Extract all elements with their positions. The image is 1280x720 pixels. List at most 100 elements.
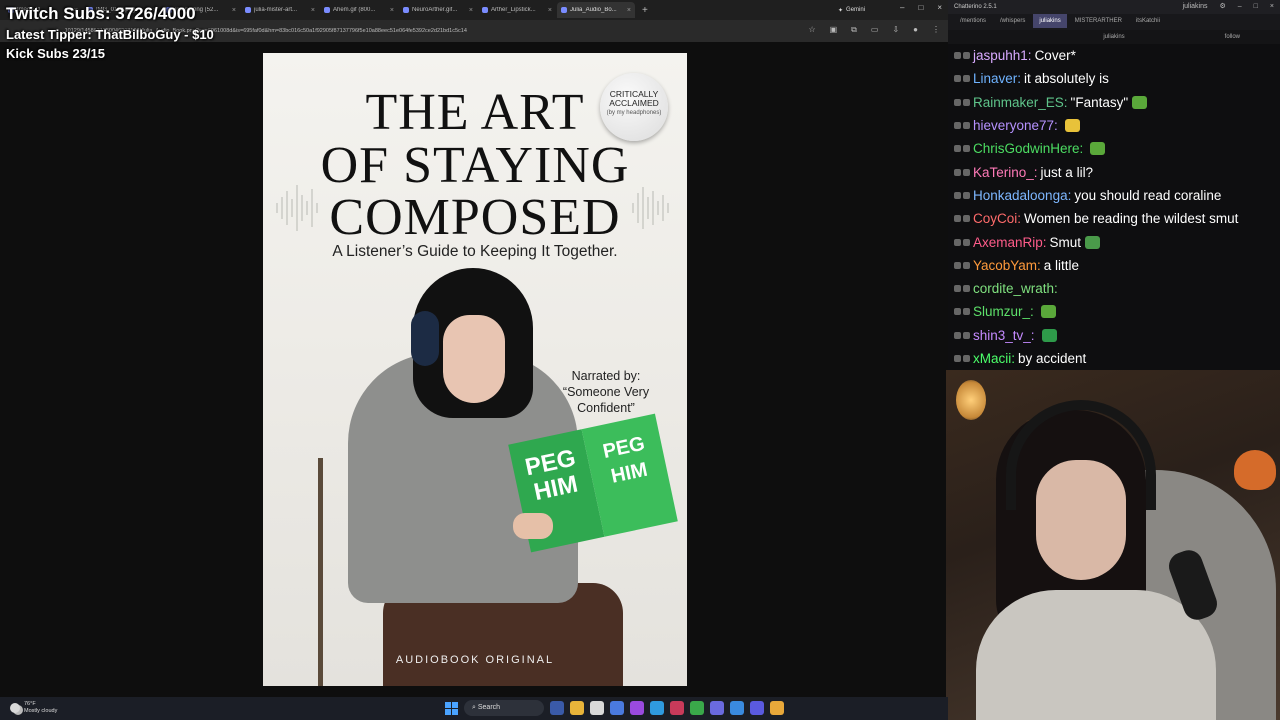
badge-icon [963, 75, 970, 83]
user-badges [954, 98, 970, 106]
chat-username[interactable]: Linaver: [973, 67, 1021, 90]
settings-icon[interactable]: ⚙ [1219, 0, 1225, 14]
store-icon[interactable] [590, 701, 604, 715]
maximize-icon[interactable]: □ [918, 3, 923, 12]
chrome-icon[interactable] [690, 701, 704, 715]
search-label: Search [477, 704, 501, 711]
tab-label: julia-mister-art... [254, 7, 298, 13]
close-icon[interactable]: × [311, 7, 315, 14]
tab-label: Julia_Audio_Bo... [570, 7, 617, 13]
chat-text: you should read coraline [1074, 187, 1222, 203]
windows-start-icon[interactable] [445, 701, 458, 715]
chat-tab-itskatchii[interactable]: itsKatchii [1130, 14, 1166, 28]
chat-username[interactable]: KaTerino_: [973, 161, 1038, 184]
new-tab-button[interactable]: + [642, 5, 648, 16]
tab-favicon-icon [482, 7, 488, 13]
app-steam-icon[interactable] [750, 701, 764, 715]
close-icon[interactable]: × [627, 7, 631, 14]
chat-username[interactable]: shin3_tv_: [973, 324, 1035, 347]
chat-account-label[interactable]: juliakins [1183, 0, 1208, 14]
edge-icon[interactable] [650, 701, 664, 715]
follow-button[interactable]: follow [1225, 30, 1240, 44]
app-red-icon[interactable] [670, 701, 684, 715]
chat-tab-mentions[interactable]: /mentions [954, 14, 992, 28]
user-badges [954, 215, 970, 223]
sidebar-icon[interactable]: ▭ [871, 25, 879, 35]
user-badges [954, 145, 970, 153]
toolbar-icons: ☆ ▣ ⧉ ▭ ⇩ ● ⋮ [808, 25, 940, 35]
user-badges [954, 75, 970, 83]
book-subtitle: A Listener’s Guide to Keeping It Togethe… [332, 243, 618, 260]
chat-tab-juliakins[interactable]: juliakins [1033, 14, 1067, 28]
chat-username[interactable]: jaspuhh1: [973, 44, 1032, 67]
profile-icon[interactable]: ● [913, 25, 918, 35]
extension-icon[interactable]: ▣ [830, 25, 838, 35]
app-paint-icon[interactable] [730, 701, 744, 715]
chat-message: CoyCoi: Women be reading the wildest smut [954, 207, 1280, 230]
latest-tipper: Latest Tipper: ThatBilboGuy - $10 [6, 27, 214, 42]
browser-tab[interactable]: Arther_Lipstick... × [478, 2, 556, 18]
close-window-icon[interactable]: × [937, 3, 942, 12]
emote-icon [1090, 142, 1106, 156]
badge-icon [963, 308, 970, 316]
lamp-graphic [956, 380, 986, 420]
task-view-icon[interactable] [550, 701, 564, 715]
maximize-icon[interactable]: □ [1254, 0, 1258, 14]
chat-username[interactable]: Slumzur_: [973, 300, 1034, 323]
user-badges [954, 168, 970, 176]
menu-icon[interactable]: ⋮ [932, 25, 940, 35]
chat-message: hieveryone77: [954, 114, 1280, 137]
close-icon[interactable]: × [390, 7, 394, 14]
badge-icon [963, 285, 970, 293]
minimize-icon[interactable]: – [1238, 0, 1242, 14]
chat-username[interactable]: AxemanRip: [973, 231, 1047, 254]
close-icon[interactable]: × [1270, 0, 1274, 14]
seal-main-text: CRITICALLY ACCLAIMED [609, 89, 659, 108]
chat-tab-misterarther[interactable]: MISTERARTHER [1069, 14, 1128, 28]
chat-username[interactable]: Honkadaloonga: [973, 184, 1071, 207]
chat-username[interactable]: cordite_wrath: [973, 277, 1058, 300]
download-icon[interactable]: ⇩ [892, 25, 899, 35]
minimize-icon[interactable]: – [900, 3, 904, 12]
app-c-icon[interactable] [610, 701, 624, 715]
chrome-active-icon[interactable] [770, 701, 784, 715]
chat-username[interactable]: hieveryone77: [973, 114, 1058, 137]
chat-text: Smut [1049, 234, 1082, 250]
chat-message: Linaver: it absolutely is [954, 67, 1280, 90]
chat-text: it absolutely is [1024, 71, 1109, 87]
user-badges [954, 238, 970, 246]
browser-tab[interactable]: NeuroArther.gif... × [399, 2, 477, 18]
close-icon[interactable]: × [232, 7, 236, 14]
book-title-line-2: OF STAYING [320, 137, 630, 194]
browser-tab[interactable]: Ahem.gif (800... × [320, 2, 398, 18]
app-purple-icon[interactable] [630, 701, 644, 715]
gemini-button[interactable]: ✦ Gemini [832, 4, 871, 16]
close-icon[interactable]: × [469, 7, 473, 14]
browser-tab[interactable]: julia-mister-art... × [241, 2, 319, 18]
chat-message: AxemanRip: Smut [954, 230, 1280, 253]
chat-username[interactable]: YacobYam: [973, 254, 1041, 277]
star-icon[interactable]: ☆ [808, 25, 815, 35]
browser-tab-active[interactable]: Julia_Audio_Bo... × [557, 2, 635, 18]
chat-username[interactable]: ChrisGodwinHere: [973, 137, 1083, 160]
chat-message: Slumzur_: [954, 300, 1280, 323]
chat-text: just a lil? [1040, 164, 1094, 180]
chat-tab-whispers[interactable]: /whispers [994, 14, 1031, 28]
user-badges [954, 122, 970, 130]
chat-username[interactable]: CoyCoi: [973, 207, 1021, 230]
weather-widget[interactable]: 76°F Mostly cloudy [10, 701, 57, 714]
close-icon[interactable]: × [548, 7, 552, 14]
chat-username[interactable]: Rainmaker_ES: [973, 91, 1068, 114]
chat-text: by accident [1018, 351, 1087, 366]
chat-messages: jaspuhh1: Cover* Linaver: it absolutely is R… [948, 44, 1280, 370]
puzzle-icon[interactable]: ⧉ [851, 25, 857, 35]
chat-username[interactable]: xMacii: [973, 347, 1015, 370]
taskbar-search[interactable]: ⌕ Search [464, 700, 544, 716]
tab-favicon-icon [245, 7, 251, 13]
emote-icon [1041, 328, 1057, 342]
chat-app-title: Chatterino 2.5.1 [954, 4, 997, 10]
app-blue-icon[interactable] [710, 701, 724, 715]
file-explorer-icon[interactable] [570, 701, 584, 715]
badge-icon [963, 52, 970, 60]
badge-icon [963, 355, 970, 362]
